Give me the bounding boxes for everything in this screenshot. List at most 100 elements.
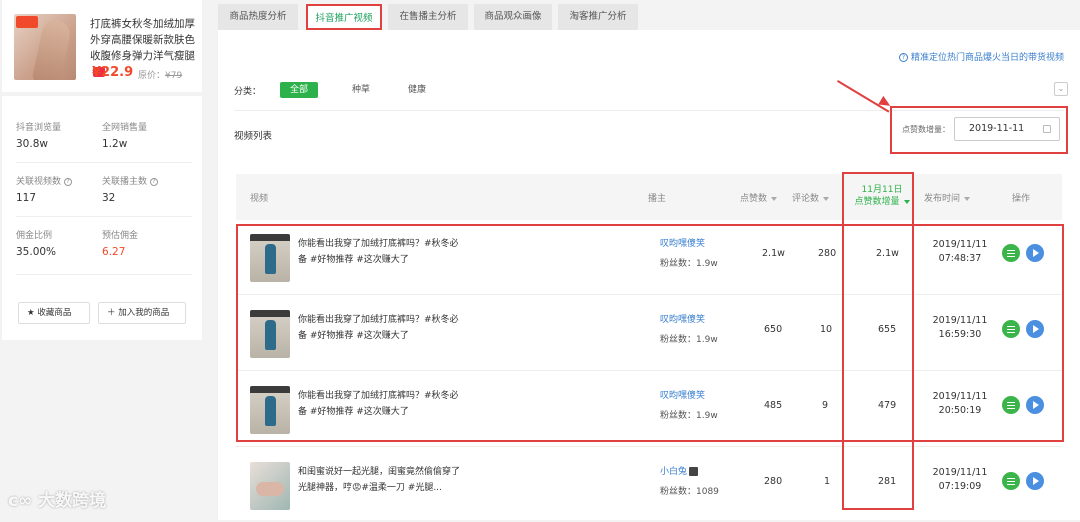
tab-douyin-videos[interactable]: 抖音推广视频 [306,4,382,30]
stat-label: 关联播主数? [102,174,159,187]
product-stats: 抖音浏览量 30.8w 全网销售量 1.2w 关联视频数? 117 关联播主数?… [2,96,202,340]
calendar-icon[interactable] [1043,125,1051,133]
watermark: ᴄ∞ 大数跨境 [8,491,107,511]
tab-heat-analysis[interactable]: 商品热度分析 [218,4,298,30]
main-content: ? 精准定位热门商品爆火当日的带货视频 分类： 全部 种草 健康 ⌄ 视频列表 点… [218,30,1080,520]
likes-value: 2.1w [762,248,785,259]
thumb-bar [250,234,290,241]
help-link[interactable]: ? 精准定位热门商品爆火当日的带货视频 [898,50,1064,63]
comments-value: 10 [820,324,833,335]
star-icon: ★ [27,308,38,318]
host-fans: 粉丝数：1089 [660,487,719,497]
stat-label: 佣金比例 [16,231,53,241]
publish-time: 2019/11/11 07:19:09 [932,467,988,492]
comments-value: 280 [818,248,837,259]
host-name[interactable]: 叹昀嘿傻笑 [660,236,705,249]
play-icon[interactable] [1026,244,1044,262]
host-name[interactable]: 叹昀嘿傻笑 [660,312,705,325]
date-input[interactable]: 2019-11-11 [954,117,1060,141]
col-like-increase[interactable]: 11月11日 点赞数增量 [846,184,918,208]
publish-time: 2019/11/11 16:59:30 [932,315,988,340]
chevron-down-icon[interactable]: ⌄ [1054,82,1068,96]
detail-icon[interactable] [1002,320,1020,338]
like-increase-value: 281 [878,476,897,487]
video-thumbnail[interactable] [250,386,290,434]
table-row[interactable]: 你能看出我穿了加绒打底裤吗？#秋冬必备 #好物推荐 #这次赚大了 叹昀嘿傻笑 粉… [236,372,1062,446]
favorite-button[interactable]: ★ 收藏商品 [18,302,90,324]
stat-value: 117 [16,192,37,204]
detail-icon[interactable] [1002,472,1020,490]
thumb-bar [250,386,290,393]
host-name[interactable]: 小白兔 [660,464,699,477]
product-thumbnail[interactable] [14,14,76,80]
likes-value: 280 [764,476,783,487]
product-card: 打底裤女秋冬加绒加厚外穿高腰保暖新款肤色收腹修身弹力洋气瘦腿 ¥22.9 原价：… [2,0,202,92]
sort-caret-icon [964,196,971,201]
list-title: 视频列表 [234,131,273,142]
host-name[interactable]: 叹昀嘿傻笑 [660,388,705,401]
detail-icon[interactable] [1002,396,1020,414]
video-title[interactable]: 你能看出我穿了加绒打底裤吗？#秋冬必备 #好物推荐 #这次赚大了 [298,236,460,268]
stat-value: 6.27 [102,246,126,258]
video-title[interactable]: 你能看出我穿了加绒打底裤吗？#秋冬必备 #好物推荐 #这次赚大了 [298,312,460,344]
question-icon[interactable]: ? [150,177,159,186]
divider [16,274,192,275]
video-title[interactable]: 和闺蜜说好一起光腿，闺蜜竟然偷偷穿了光腿神器，哼😡#温柔一刀 #光腿... [298,464,460,496]
product-panel: 打底裤女秋冬加绒加厚外穿高腰保暖新款肤色收腹修身弹力洋气瘦腿 ¥22.9 原价：… [0,0,204,520]
stat-value: 30.8w [16,138,48,150]
col-host: 播主 [648,194,667,204]
filter-health[interactable]: 健康 [400,82,434,98]
table-row[interactable]: 你能看出我穿了加绒打底裤吗？#秋冬必备 #好物推荐 #这次赚大了 叹昀嘿傻笑 粉… [236,220,1062,294]
filter-all[interactable]: 全部 [280,82,318,98]
table-row[interactable]: 你能看出我穿了加绒打底裤吗？#秋冬必备 #好物推荐 #这次赚大了 叹昀嘿傻笑 粉… [236,296,1062,370]
add-product-button[interactable]: ＋ 加入我的商品 [98,302,186,324]
video-title[interactable]: 你能看出我穿了加绒打底裤吗？#秋冬必备 #好物推荐 #这次赚大了 [298,388,460,420]
sort-caret-icon [823,196,830,201]
tab-host-analysis[interactable]: 在售播主分析 [388,4,468,30]
sort-caret-icon [771,196,778,201]
col-comments[interactable]: 评论数 [792,191,830,204]
date-filter: 点赞数增量： 2019-11-11 [890,106,1068,154]
col-video: 视频 [250,194,269,204]
stat-label: 关联视频数? [16,174,73,187]
play-icon[interactable] [1026,472,1044,490]
stat-value: 35.00% [16,246,57,258]
question-icon[interactable]: ? [64,177,73,186]
filter-seed[interactable]: 种草 [344,82,378,98]
stat-value: 32 [102,192,116,204]
original-price: 原价：¥79 [138,71,183,81]
badge-icon [16,16,38,28]
question-icon: ? [898,53,908,62]
sort-caret-icon [903,199,910,204]
person-image [265,396,276,426]
plus-icon: ＋ [107,308,119,318]
tab-taoke-analysis[interactable]: 淘客推广分析 [558,4,638,30]
detail-icon[interactable] [1002,244,1020,262]
play-icon[interactable] [1026,320,1044,338]
tab-audience-profile[interactable]: 商品观众画像 [474,4,552,30]
stat-label: 全网销售量 [102,123,148,133]
likes-value: 485 [764,400,783,411]
col-publish-time[interactable]: 发布时间 [924,191,971,204]
video-thumbnail[interactable] [250,310,290,358]
play-icon[interactable] [1026,396,1044,414]
product-summary[interactable]: 打底裤女秋冬加绒加厚外穿高腰保暖新款肤色收腹修身弹力洋气瘦腿 ¥22.9 原价：… [2,0,202,92]
logo-icon: ᴄ∞ [8,491,39,511]
host-fans: 粉丝数：1.9w [660,411,718,421]
product-price: ¥22.9 [92,65,134,80]
col-actions: 操作 [1012,194,1031,204]
divider [236,294,1062,295]
host-fans: 粉丝数：1.9w [660,335,718,345]
filter-label: 分类： [234,87,262,97]
stat-label: 抖音浏览量 [16,123,62,133]
col-likes[interactable]: 点赞数 [740,191,778,204]
video-thumbnail[interactable] [250,462,290,510]
host-fans: 粉丝数：1.9w [660,259,718,269]
publish-time: 2019/11/11 07:48:37 [932,239,988,264]
divider [16,216,192,217]
video-thumbnail[interactable] [250,234,290,282]
table-row[interactable]: 和闺蜜说好一起光腿，闺蜜竟然偷偷穿了光腿神器，哼😡#温柔一刀 #光腿... 小白… [236,448,1062,522]
stat-value: 1.2w [102,138,128,150]
likes-value: 650 [764,324,783,335]
like-increase-value: 479 [878,400,897,411]
